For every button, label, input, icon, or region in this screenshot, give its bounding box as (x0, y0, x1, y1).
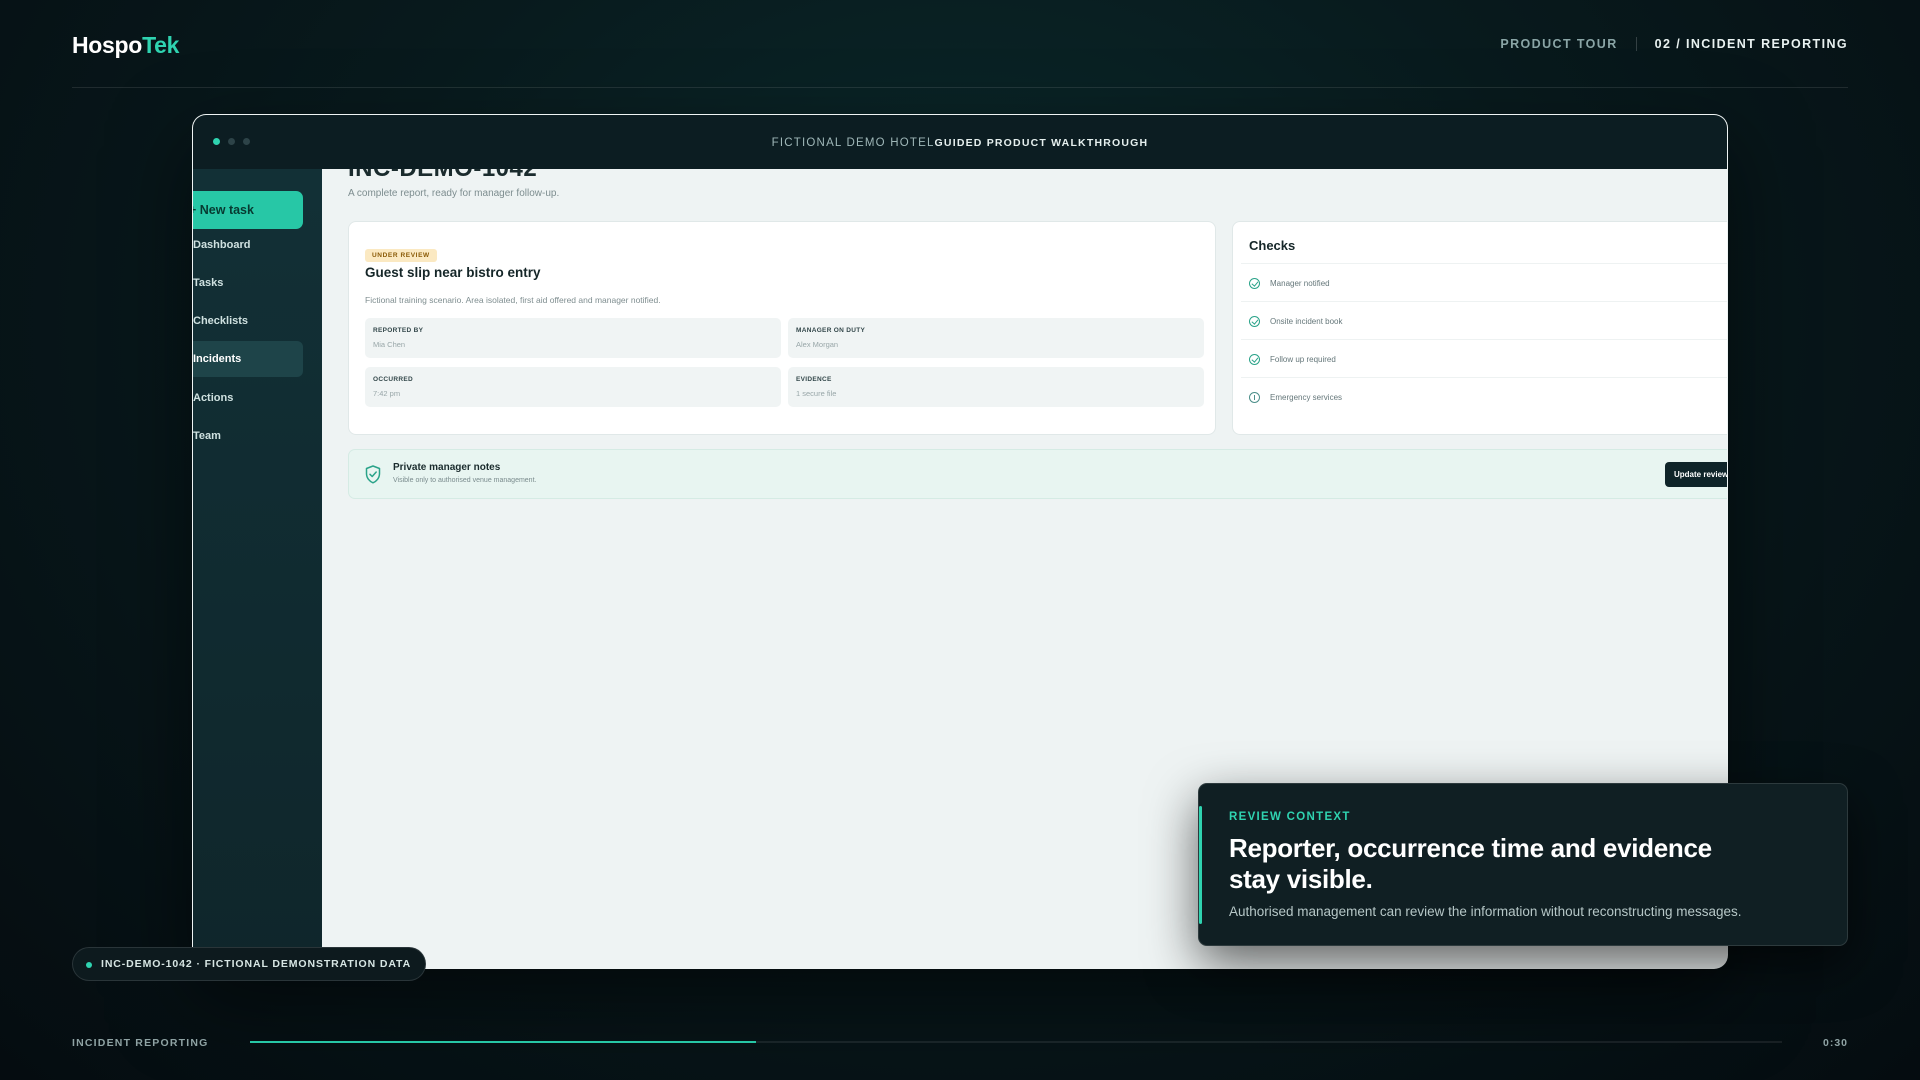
window-title-bar: FICTIONAL DEMO HOTELGUIDED PRODUCT WALKT… (193, 115, 1727, 169)
section-label: 02 / INCIDENT REPORTING (1654, 37, 1848, 51)
status-badge: UNDER REVIEW (365, 249, 437, 262)
check-label: Emergency services (1270, 393, 1343, 402)
field-label: MANAGER ON DUTY (796, 327, 866, 334)
incident-description: Fictional training scenario. Area isolat… (365, 295, 661, 305)
sidebar-item-team[interactable]: Team (193, 418, 303, 454)
check-item[interactable]: Emergency services (1241, 377, 1727, 415)
progress-label: INCIDENT REPORTING (72, 1037, 209, 1049)
progress-time: 0:30 (1822, 1037, 1848, 1049)
callout-eyebrow: REVIEW CONTEXT (1229, 811, 1351, 823)
info-circle-icon (1249, 392, 1260, 403)
check-item[interactable]: Follow up required (1241, 339, 1727, 377)
window-title-venue: FICTIONAL DEMO HOTEL (771, 137, 935, 149)
callout-headline: Reporter, occurrence time and evidence s… (1229, 833, 1712, 894)
check-label: Onsite incident book (1270, 317, 1343, 326)
sidebar-item-label: Tasks (193, 277, 224, 289)
checks-title: Checks (1249, 238, 1296, 253)
new-task-button[interactable]: + New task (193, 191, 303, 229)
check-circle-icon (1249, 278, 1260, 289)
sidebar-item-label: Dashboard (193, 239, 251, 251)
field-value: 1 secure file (796, 389, 837, 398)
check-item[interactable]: Onsite incident book (1241, 301, 1727, 339)
field-reported-by: REPORTED BY Mia Chen (365, 318, 781, 358)
field-value: 7:42 pm (373, 389, 401, 398)
sidebar-item-label: Incidents (193, 353, 242, 365)
callout-body: Authorised management can review the inf… (1229, 904, 1742, 919)
field-occurred: OCCURRED 7:42 pm (365, 367, 781, 407)
window-title-mode: GUIDED PRODUCT WALKTHROUGH (934, 137, 1149, 149)
sidebar-item-label: Team (193, 430, 221, 442)
brand-logo[interactable]: HospoTek (72, 32, 179, 59)
sidebar-item-actions[interactable]: Actions (193, 380, 303, 416)
field-label: EVIDENCE (796, 376, 832, 383)
window-title: FICTIONAL DEMO HOTELGUIDED PRODUCT WALKT… (193, 137, 1727, 149)
progress-fill (250, 1041, 756, 1043)
sidebar-item-label: Checklists (193, 315, 249, 327)
sidebar-item-dashboard[interactable]: Dashboard (193, 227, 303, 263)
field-value: Mia Chen (373, 340, 406, 349)
sidebar-item-tasks[interactable]: Tasks (193, 265, 303, 301)
check-label: Manager notified (1270, 279, 1330, 288)
brand-name-primary: Hospo (72, 32, 143, 58)
sidebar-item-incidents[interactable]: Incidents (193, 341, 303, 377)
checks-card: Checks Manager notified Onsite incident … (1232, 221, 1727, 435)
callout-accent-bar (1199, 806, 1202, 924)
shield-check-icon (365, 465, 381, 484)
top-bar: HospoTek PRODUCT TOUR 02 / INCIDENT REPO… (72, 0, 1848, 88)
demo-data-pill: INC-DEMO-1042 · FICTIONAL DEMONSTRATION … (72, 947, 427, 981)
review-context-callout: REVIEW CONTEXT Reporter, occurrence time… (1198, 783, 1848, 946)
tour-label: PRODUCT TOUR (1500, 37, 1637, 51)
field-manager-on-duty: MANAGER ON DUTY Alex Morgan (788, 318, 1204, 358)
incident-title: Guest slip near bistro entry (365, 265, 541, 280)
field-evidence[interactable]: EVIDENCE 1 secure file (788, 367, 1204, 407)
private-notes-banner: Private manager notes Visible only to au… (348, 449, 1727, 499)
page-title: INC-DEMO-1042 (348, 169, 537, 183)
field-label: REPORTED BY (373, 327, 424, 334)
check-item[interactable]: Manager notified (1241, 263, 1727, 301)
page-subtitle: A complete report, ready for manager fol… (348, 188, 560, 199)
check-label: Follow up required (1270, 355, 1336, 364)
sidebar-item-checklists[interactable]: Checklists (193, 303, 303, 339)
check-circle-icon (1249, 354, 1260, 365)
notes-title: Private manager notes (393, 462, 501, 473)
progress-track[interactable] (250, 1041, 1782, 1043)
notes-subtitle: Visible only to authorised venue managem… (393, 477, 537, 484)
field-label: OCCURRED (373, 376, 413, 383)
sidebar: + New task Dashboard Tasks Checklists In… (193, 169, 322, 968)
check-circle-icon (1249, 316, 1260, 327)
tour-breadcrumb: PRODUCT TOUR 02 / INCIDENT REPORTING (1500, 37, 1848, 51)
update-review-button[interactable]: Update review (1665, 462, 1727, 487)
field-value: Alex Morgan (796, 340, 839, 349)
brand-name-accent: Tek (142, 32, 180, 58)
incident-card: UNDER REVIEW Guest slip near bistro entr… (348, 221, 1216, 435)
sidebar-item-label: Actions (193, 392, 234, 404)
